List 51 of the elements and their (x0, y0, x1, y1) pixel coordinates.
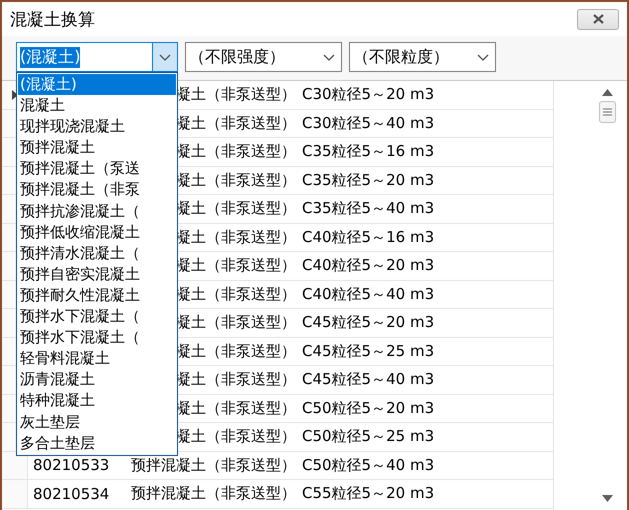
spec-cell-text: C55粒径5～20 m3 (301, 484, 434, 502)
dropdown[interactable]: (混凝土) (16, 42, 178, 72)
window-title: 混凝土换算 (10, 8, 95, 30)
spec-cell-text: C45粒径5～25 m3 (301, 342, 434, 360)
dropdown-option[interactable]: 灰土垫层 (18, 412, 176, 433)
dropdown-option[interactable]: 预拌清水混凝土（ (18, 242, 176, 264)
close-button[interactable] (577, 8, 619, 30)
dropdown-option[interactable]: 多合土垫层 (18, 432, 176, 454)
dropdown-option[interactable]: (混凝土) (18, 74, 176, 96)
grip-icon (602, 108, 612, 116)
name-cell-text: 预拌混凝土（非泵送型） (131, 484, 297, 504)
dropdown[interactable]: （不限强度） (185, 42, 342, 72)
spec-cell-text: C40粒径5～16 m3 (301, 228, 434, 246)
spec-cell-text: C40粒径5～20 m3 (301, 256, 434, 274)
spec-cell-text: C30粒径5～20 m3 (301, 85, 434, 104)
dropdown-option[interactable]: 预拌混凝土 (18, 137, 176, 158)
spec-cell-text: C45粒径5～40 m3 (301, 370, 434, 388)
dropdown-option[interactable]: 预拌自密实混凝土 (18, 264, 176, 285)
scroll-up-icon[interactable] (602, 89, 612, 96)
spec-cell-text: C50粒径5～25 m3 (301, 427, 434, 446)
dropdown-option[interactable]: 现拌现浇混凝土 (18, 116, 176, 138)
spec-cell-text: C50粒径5～40 m3 (301, 456, 434, 474)
dropdown-option[interactable]: 预拌混凝土（非泵 (18, 179, 176, 201)
chevron-down-icon (323, 54, 335, 60)
row-header[interactable] (2, 452, 28, 479)
name-cell-text: 预拌混凝土（非泵送型） (131, 456, 297, 475)
spec-cell-text: C30粒径5～40 m3 (301, 114, 434, 132)
scrollbar-thumb[interactable] (598, 101, 616, 123)
scroll-down-icon[interactable] (602, 495, 612, 502)
close-icon (592, 14, 604, 24)
code-cell: 80210534 (33, 484, 110, 503)
dropdown-option[interactable]: 特种混凝土 (18, 390, 176, 412)
dropdown-option[interactable]: 预拌耐久性混凝土 (18, 284, 176, 306)
spec-cell-text: C35粒径5～20 m3 (301, 170, 434, 189)
spec-cell-text: C50粒径5～20 m3 (301, 398, 434, 417)
dropdown-option[interactable]: 预拌水下混凝土（ (18, 306, 176, 328)
chevron-down-icon (477, 54, 489, 60)
dropdown-option[interactable]: 混凝土 (18, 95, 176, 116)
dropdown-option[interactable]: 预拌抗渗混凝土（ (18, 200, 176, 222)
dropdown-option[interactable]: 预拌混凝土（泵送 (18, 158, 176, 180)
dropdown-option[interactable]: 轻骨料混凝土 (18, 348, 176, 370)
chevron-down-icon (159, 54, 171, 60)
dropdown-option[interactable]: 沥青混凝土 (18, 369, 176, 390)
spec-cell-text: C45粒径5～20 m3 (301, 313, 434, 332)
spec-cell-text: C40粒径5～40 m3 (301, 284, 434, 303)
spec-cell-text: C35粒径5～16 m3 (301, 142, 434, 160)
spec-cell-text: C35粒径5～40 m3 (301, 199, 434, 218)
code-cell: 80210533 (33, 456, 110, 474)
dropdown-option[interactable]: 预拌低收缩混凝土 (18, 222, 176, 243)
dropdown-option[interactable]: 预拌水下混凝土（ (18, 327, 176, 348)
dropdown[interactable]: （不限粒度） (349, 42, 496, 72)
